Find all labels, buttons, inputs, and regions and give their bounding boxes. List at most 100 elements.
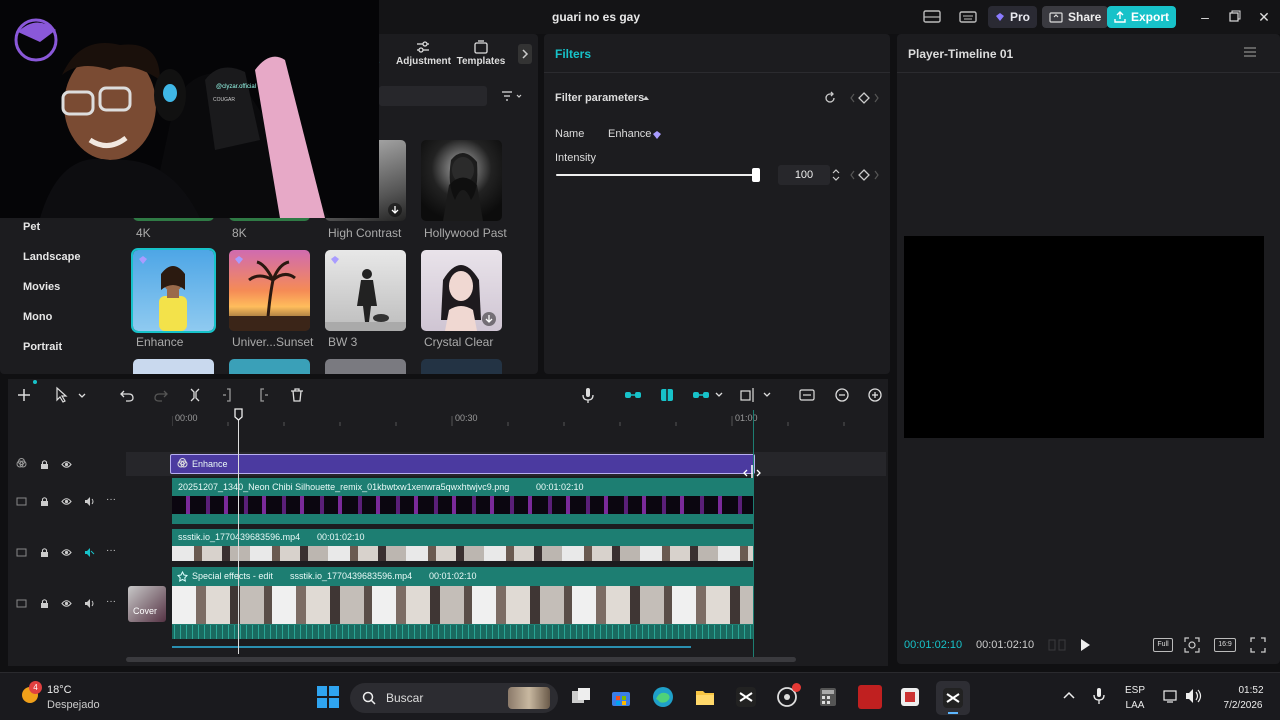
keyframe-nav-icon[interactable] [848, 91, 882, 105]
intensity-keyframe-icon[interactable] [848, 168, 882, 182]
overlay-clip[interactable]: 20251207_1340_Neon Chibi Silhouette_remi… [172, 478, 754, 524]
full-quality-button[interactable]: Full [1153, 638, 1173, 652]
snapshot-icon[interactable] [1184, 637, 1200, 653]
windows-start-icon[interactable] [316, 685, 340, 709]
thumb-universe-sunset[interactable] [229, 250, 310, 331]
thumb-hollywood-past[interactable] [421, 140, 502, 221]
language-bottom[interactable]: LAA [1122, 700, 1148, 711]
timeline-scrollbar[interactable] [126, 657, 796, 662]
speaker-icon[interactable] [84, 598, 95, 609]
lock-icon[interactable] [39, 496, 50, 507]
filter-parameters-header[interactable]: Filter parameters [555, 92, 644, 104]
category-portrait[interactable]: Portrait [23, 341, 62, 353]
playhead-line[interactable] [238, 414, 239, 654]
video-preview[interactable] [904, 236, 1264, 438]
tab-templates[interactable]: Templates [455, 40, 507, 67]
lock-icon[interactable] [39, 598, 50, 609]
thumb-enhance[interactable] [131, 248, 216, 333]
search-input[interactable] [379, 86, 487, 106]
audio-track-line[interactable] [172, 646, 691, 648]
eye-icon[interactable] [61, 598, 72, 609]
delete-icon[interactable] [288, 386, 306, 404]
category-movies[interactable]: Movies [23, 281, 60, 293]
menu-icon[interactable] [1243, 46, 1257, 58]
task-view-icon[interactable] [570, 686, 592, 708]
intensity-slider-track[interactable] [556, 174, 756, 176]
cover-thumbnail[interactable]: Cover [128, 586, 166, 622]
intensity-slider-handle[interactable] [752, 168, 760, 182]
undo-icon[interactable] [118, 386, 136, 404]
category-pet[interactable]: Pet [23, 221, 40, 233]
speaker-muted-icon[interactable] [84, 547, 95, 558]
tabs-next-button[interactable] [518, 44, 532, 64]
time-ruler[interactable] [172, 408, 888, 428]
capcut-active-app[interactable] [936, 681, 970, 715]
caption-icon[interactable] [798, 386, 816, 404]
reset-icon[interactable] [823, 91, 837, 105]
maximize-button[interactable] [1225, 8, 1243, 26]
thumb-crystal-clear[interactable] [421, 250, 502, 331]
intensity-input[interactable]: 100 [778, 165, 830, 185]
main-clip[interactable]: Special effects - edit ssstik.io_1770439… [172, 567, 754, 639]
zoom-out-icon[interactable] [833, 386, 851, 404]
minimize-button[interactable]: – [1196, 8, 1214, 26]
play-icon[interactable] [1078, 638, 1092, 652]
layout-icon[interactable] [922, 8, 942, 26]
tray-chevron-icon[interactable] [1062, 690, 1076, 702]
zoom-in-icon[interactable] [866, 386, 884, 404]
thumb-bw3[interactable] [325, 250, 406, 331]
eye-icon[interactable] [61, 496, 72, 507]
caret-up-icon[interactable] [642, 95, 650, 101]
voice-app-icon[interactable] [858, 685, 882, 709]
video2-clip[interactable]: ssstik.io_1770439683596.mp4 00:01:02:10 [172, 529, 754, 561]
fullscreen-icon[interactable] [1250, 637, 1266, 653]
clock-date[interactable]: 7/2/2026 [1212, 700, 1274, 711]
edge-icon[interactable] [652, 686, 674, 708]
microphone-icon[interactable] [579, 386, 597, 404]
filters-tab[interactable]: Filters [555, 47, 591, 61]
split-icon[interactable] [186, 386, 204, 404]
taskbar-search[interactable]: Buscar [350, 683, 558, 713]
intensity-stepper[interactable] [830, 166, 842, 184]
clock-time[interactable]: 01:52 [1228, 685, 1274, 696]
filter-clip-enhance[interactable]: Enhance [170, 454, 755, 474]
microphone-tray-icon[interactable] [1092, 687, 1106, 705]
linkage-dropdown-icon[interactable] [692, 386, 728, 404]
volume-icon[interactable] [1185, 688, 1203, 704]
add-track-icon[interactable] [15, 386, 33, 404]
pro-button[interactable]: Pro [988, 6, 1038, 28]
more-icon[interactable]: ··· [106, 597, 117, 609]
speaker-icon[interactable] [84, 496, 95, 507]
share-button[interactable]: Share [1042, 6, 1109, 28]
tab-adjustment[interactable]: Adjustment [396, 40, 451, 67]
select-tool-icon[interactable] [53, 386, 93, 404]
category-mono[interactable]: Mono [23, 311, 52, 323]
store-icon[interactable] [610, 686, 632, 708]
auto-snap-icon[interactable] [658, 386, 676, 404]
magnet-link-icon[interactable] [624, 386, 642, 404]
more-icon[interactable]: ··· [106, 495, 117, 507]
download-icon[interactable] [387, 202, 403, 218]
thumb-row3-1[interactable] [133, 359, 214, 374]
capcut-taskbar-icon[interactable] [735, 686, 757, 708]
more-icon[interactable]: ··· [106, 546, 117, 558]
calculator-icon[interactable] [817, 686, 839, 708]
file-explorer-icon[interactable] [694, 686, 716, 708]
preview-axis-icon[interactable] [740, 386, 776, 404]
app-icon-box[interactable] [899, 686, 921, 708]
aspect-ratio-button[interactable]: 16:9 [1214, 638, 1236, 652]
trim-right-icon[interactable] [253, 386, 271, 404]
category-landscape[interactable]: Landscape [23, 251, 80, 263]
lock-icon[interactable] [39, 547, 50, 558]
lock-icon[interactable] [39, 459, 50, 470]
playhead-handle[interactable] [234, 408, 243, 421]
eye-icon[interactable] [61, 459, 72, 470]
keyboard-icon[interactable] [958, 8, 978, 26]
redo-icon[interactable] [152, 386, 170, 404]
close-button[interactable]: ✕ [1255, 8, 1273, 26]
network-icon[interactable] [1163, 688, 1179, 704]
download-icon[interactable] [481, 311, 497, 327]
trim-left-icon[interactable] [220, 386, 238, 404]
thumb-row3-4[interactable] [421, 359, 502, 374]
filter-sort-icon[interactable] [500, 88, 526, 104]
